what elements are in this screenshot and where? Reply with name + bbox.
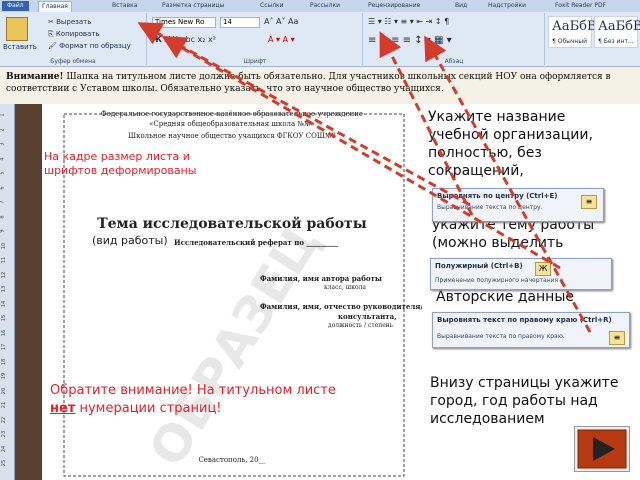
ruler-tick: 20 bbox=[1, 387, 8, 394]
frame-note: На кадре размер листа и шрифтов деформир… bbox=[44, 150, 197, 177]
paragraph-group-label: Абзац bbox=[444, 58, 464, 65]
clipboard-group: Вставить ✂ Вырезать ⎘ Копировать 🖌 Форма… bbox=[0, 13, 147, 65]
tooltip-align-center: Выровнять по центру (Ctrl+E) Выравнивани… bbox=[432, 188, 604, 222]
doc-header-3: Школьное научное общество учащихся ФГКОУ… bbox=[128, 132, 336, 140]
tab-home[interactable]: Главная bbox=[38, 1, 72, 12]
cut-button[interactable]: ✂ Вырезать bbox=[48, 18, 91, 26]
doc-title: Тема исследовательской работы bbox=[97, 216, 367, 232]
ruler-tick: 9 bbox=[0, 229, 6, 233]
paragraph-group: ☰ ▾ ☷ ▾ ≡ ▾ ⇤ ⇥ ↕ ¶ ≡ ≡ ≡ ≡ ↕ ▾ ▦ ▾ Абза… bbox=[364, 13, 545, 65]
align-center-icon: ≡ bbox=[581, 195, 597, 209]
work-type-note: (вид работы) bbox=[92, 234, 168, 247]
ruler-tick: 2 bbox=[0, 127, 6, 132]
ruler-tick: 12 bbox=[1, 271, 8, 278]
notice-text: Внимание! Шапка на титульном листе должн… bbox=[0, 67, 640, 104]
ruler-tick: 8 bbox=[0, 214, 6, 219]
tab-file[interactable]: Файл bbox=[2, 1, 29, 11]
tooltip-bold: Полужирный (Ctrl+B) Применение полужирно… bbox=[430, 258, 612, 290]
ruler-tick: 21 bbox=[1, 401, 8, 409]
ruler-tick: 16 bbox=[1, 329, 8, 336]
ruler-tick: 5 bbox=[0, 171, 6, 175]
ruler-tick: 18 bbox=[1, 358, 8, 365]
ruler-tick: 25 bbox=[1, 459, 8, 467]
tab-insert[interactable]: Вставка bbox=[112, 1, 137, 11]
ruler-tick: 15 bbox=[1, 314, 8, 322]
tab-view[interactable]: Вид bbox=[455, 1, 467, 11]
tooltip-align-right: Выровнять текст по правому краю (Ctrl+R)… bbox=[432, 312, 630, 348]
style-no-spacing[interactable]: АаБбВв ¶ Без инт... bbox=[594, 16, 640, 48]
doc-author-1: Фамилия, имя автора работы bbox=[260, 274, 382, 283]
instruction-author: Авторские данные bbox=[436, 289, 574, 305]
scissors-icon: ✂ bbox=[48, 18, 57, 26]
grow-font-icon[interactable]: A˄ A˅ Aa bbox=[264, 17, 298, 26]
style-normal[interactable]: АаБбВв ¶ Обычный bbox=[548, 16, 604, 48]
brush-icon: 🖌 bbox=[48, 42, 60, 50]
font-group: Times New Ro 14 A˄ A˅ Aa Ж К Ч abc x₂ x²… bbox=[148, 13, 363, 65]
tab-page-layout[interactable]: Разметка страницы bbox=[162, 1, 224, 11]
copy-button[interactable]: ⎘ Копировать bbox=[48, 30, 100, 39]
font-group-label: Шрифт bbox=[243, 58, 267, 65]
tab-review[interactable]: Рецензирование bbox=[368, 1, 420, 11]
ruler-tick: 7 bbox=[0, 200, 6, 204]
ruler-tick: 10 bbox=[1, 242, 8, 249]
tab-mailings[interactable]: Рассылки bbox=[310, 1, 340, 11]
pagination-warning: Обратите внимание! На титульном листе не… bbox=[50, 383, 336, 416]
tab-foxit[interactable]: Foxit Reader PDF bbox=[555, 1, 606, 11]
align-right-icon: ≡ bbox=[609, 331, 625, 345]
ruler-tick: 13 bbox=[1, 285, 8, 293]
doc-header-1: Федеральное государственное казённое обр… bbox=[100, 110, 364, 118]
ruler-tick: 6 bbox=[0, 185, 6, 190]
format-painter-button[interactable]: 🖌 Формат по образцу bbox=[48, 42, 131, 50]
doc-header-2: «Средняя общеобразовательная школа №№» bbox=[149, 120, 315, 128]
doc-city-year: Севастополь, 20__ bbox=[198, 456, 266, 464]
ribbon-tabs: Файл Главная Вставка Разметка страницы С… bbox=[0, 0, 640, 12]
doc-work-type: Исследовательский реферат по _________ bbox=[174, 238, 338, 247]
tab-addins[interactable]: Надстройки bbox=[488, 1, 526, 11]
font-color-icon[interactable]: A ▾ A ▾ bbox=[268, 35, 295, 44]
clipboard-group-label: Буфер обмена bbox=[50, 58, 96, 65]
ruler-tick: 17 bbox=[1, 343, 8, 351]
tab-references[interactable]: Ссылки bbox=[260, 1, 284, 11]
ruler-tick: 22 bbox=[1, 416, 8, 423]
ruler-tick: 1 bbox=[0, 113, 6, 117]
ruler-tick: 11 bbox=[1, 256, 8, 264]
ruler-tick: 14 bbox=[1, 300, 8, 307]
doc-advisor-1: Фамилия, имя, отчество руководителя/ bbox=[260, 302, 424, 311]
list-buttons[interactable]: ☰ ▾ ☷ ▾ ≡ ▾ ⇤ ⇥ ↕ ¶ bbox=[368, 17, 449, 26]
font-format-buttons[interactable]: Ж К Ч abc x₂ x² bbox=[152, 35, 216, 44]
doc-advisor-2: консультанта, bbox=[338, 312, 397, 321]
ruler-tick: 3 bbox=[0, 142, 6, 146]
font-name-select[interactable]: Times New Ro bbox=[152, 17, 216, 28]
ruler-tick: 4 bbox=[0, 156, 6, 161]
copy-icon: ⎘ bbox=[48, 30, 56, 38]
play-arrow-icon bbox=[577, 429, 627, 469]
paste-button[interactable]: Вставить bbox=[3, 43, 37, 51]
ruler-tick: 19 bbox=[1, 372, 8, 380]
watermark: ОБРАЗЕЦ bbox=[138, 215, 331, 476]
next-slide-button[interactable] bbox=[574, 426, 630, 472]
doc-advisor-3: должность / степень bbox=[328, 322, 394, 329]
font-size-select[interactable]: 14 bbox=[220, 17, 260, 28]
bold-icon: Ж bbox=[535, 262, 551, 276]
align-buttons[interactable]: ≡ ≡ ≡ ≡ ↕ ▾ ▦ ▾ bbox=[368, 35, 452, 46]
ribbon: Файл Главная Вставка Разметка страницы С… bbox=[0, 0, 640, 67]
vertical-ruler: 1 2 3 4 5 6 7 8 9 10 11 12 13 14 15 16 17 18 19 20 21 22 23 24 2… bbox=[0, 104, 15, 480]
doc-author-2: класс, школа bbox=[324, 284, 367, 291]
instruction-institution: Укажите название учебной организации, по… bbox=[428, 109, 593, 179]
paste-icon[interactable] bbox=[6, 17, 28, 41]
ruler-tick: 24 bbox=[1, 445, 8, 452]
ruler-tick: 23 bbox=[1, 430, 8, 438]
